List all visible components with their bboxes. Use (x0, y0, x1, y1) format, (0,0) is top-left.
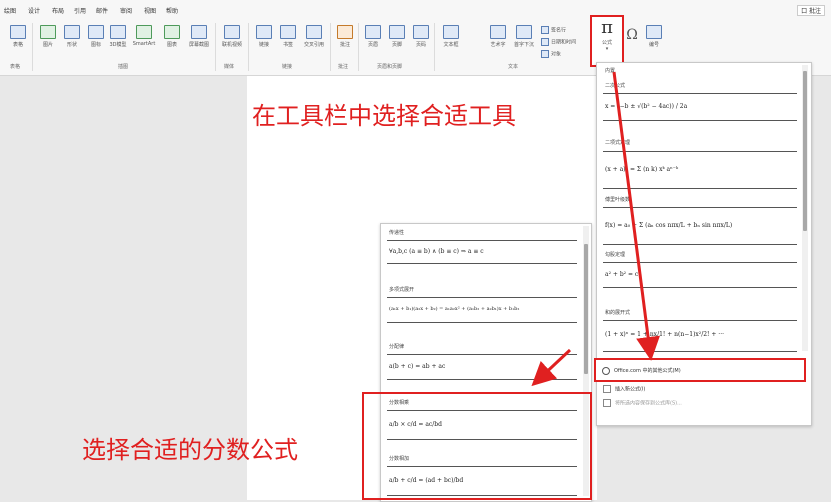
arrow-to-fraction (531, 348, 572, 387)
arrow-to-office-link (612, 71, 660, 361)
annotation-arrows (531, 71, 660, 387)
